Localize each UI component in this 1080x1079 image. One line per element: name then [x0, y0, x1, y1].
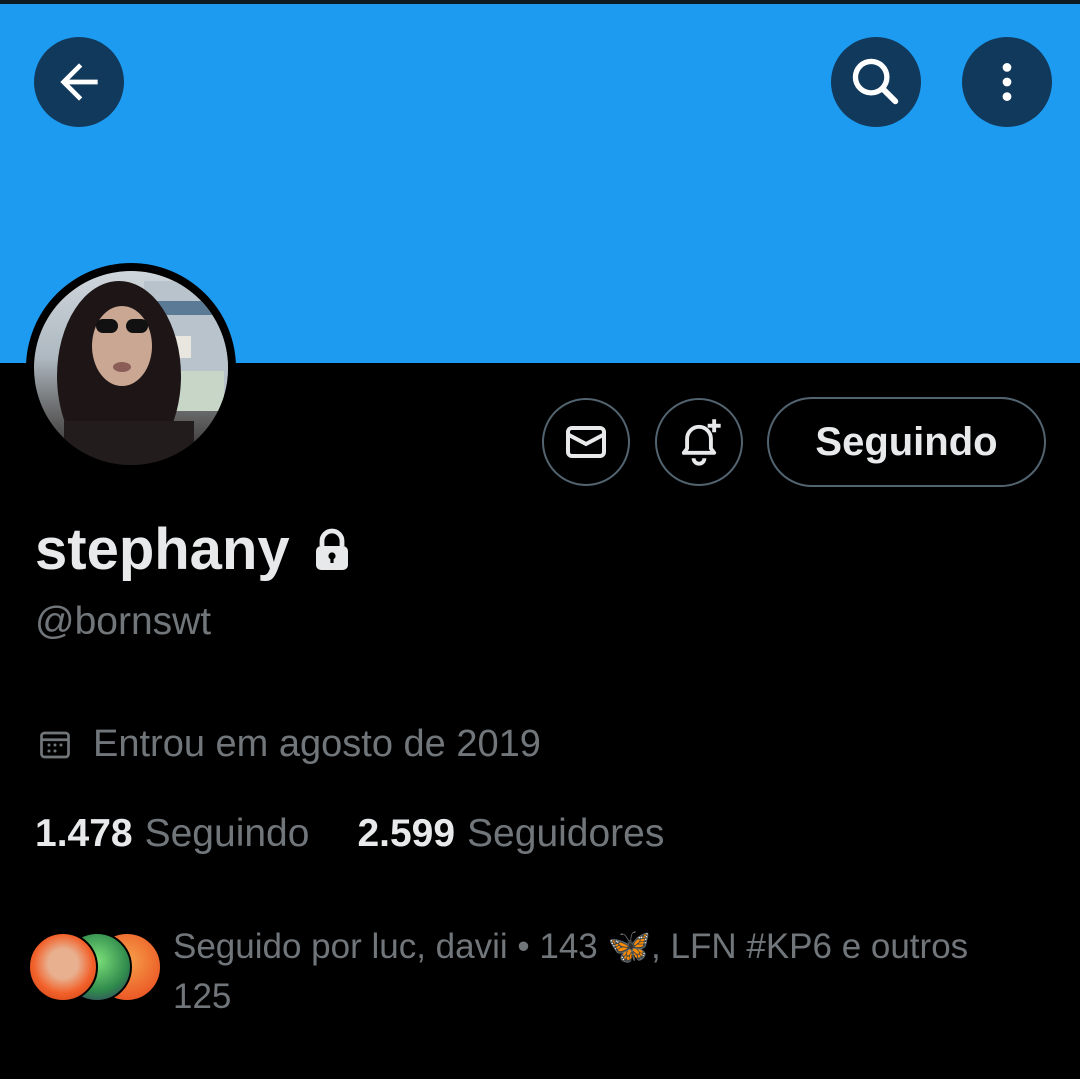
joined-date: Entrou em agosto de 2019 — [37, 723, 541, 766]
followed-by-avatars[interactable] — [28, 932, 163, 1002]
search-icon — [852, 58, 899, 105]
followed-by-text[interactable]: Seguido por luc, davii • 143 🦋, LFN #KP6… — [173, 922, 1033, 1022]
following-label: Seguindo — [144, 812, 310, 855]
calendar-icon — [40, 731, 70, 758]
bell-plus-icon — [681, 419, 721, 466]
mail-icon — [566, 426, 606, 458]
display-name-row: stephany — [35, 516, 352, 583]
display-name: stephany — [35, 517, 290, 582]
more-vertical-icon — [1002, 63, 1012, 101]
following-button[interactable]: Seguindo — [767, 397, 1046, 487]
follower-avatar — [28, 932, 98, 1002]
followers-stat[interactable]: 2.599 Seguidores — [357, 812, 664, 856]
lock-icon — [312, 528, 352, 572]
joined-text: Entrou em agosto de 2019 — [93, 723, 541, 765]
notifications-button[interactable] — [655, 398, 743, 486]
arrow-left-icon — [60, 63, 98, 101]
following-count: 1.478 — [35, 812, 133, 855]
followers-count: 2.599 — [357, 812, 456, 855]
followers-label: Seguidores — [467, 812, 665, 855]
avatar-photo — [34, 271, 228, 465]
user-handle: @bornswt — [35, 600, 212, 643]
following-stat[interactable]: 1.478 Seguindo — [35, 812, 309, 856]
back-button[interactable] — [34, 37, 124, 127]
message-button[interactable] — [542, 398, 630, 486]
profile-stats: 1.478 Seguindo 2.599 Seguidores — [35, 812, 664, 856]
profile-avatar[interactable] — [26, 263, 236, 473]
more-button[interactable] — [962, 37, 1052, 127]
search-button[interactable] — [831, 37, 921, 127]
